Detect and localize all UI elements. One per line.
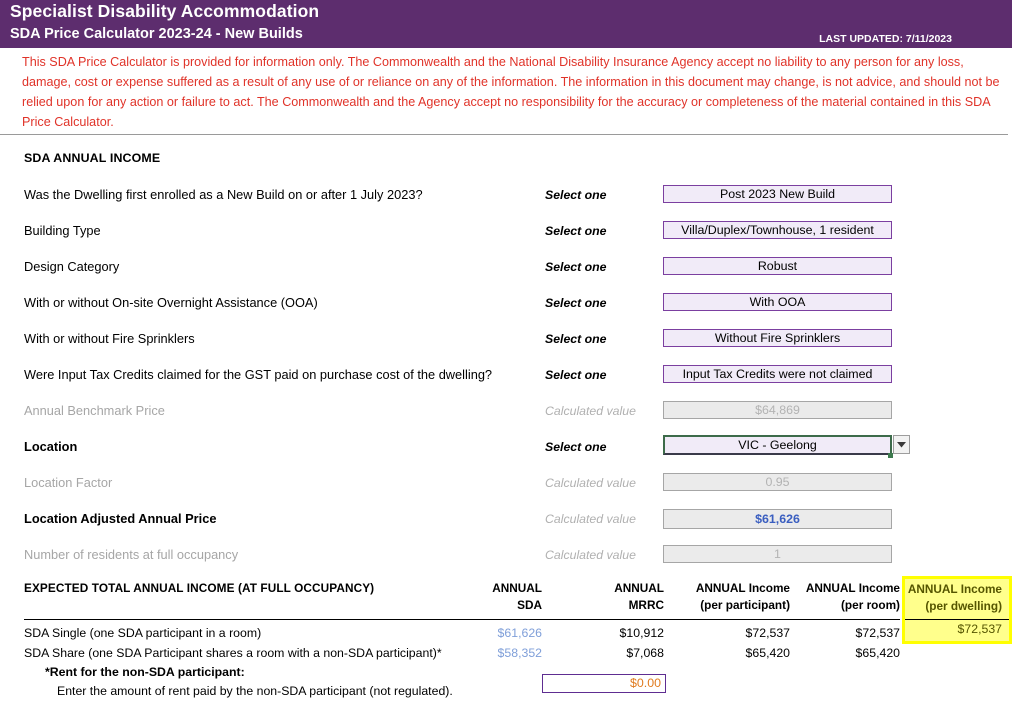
form-row-label: Was the Dwelling first enrolled as a New… — [24, 187, 423, 202]
cell-annual-mrrc: $10,912 — [619, 626, 664, 640]
page-title: Specialist Disability Accommodation — [10, 1, 320, 21]
cell-per-participant: $72,537 — [745, 626, 790, 640]
form-row-hint: Select one — [545, 368, 607, 382]
dropdown-design-category[interactable]: Robust — [663, 257, 892, 275]
form-row: Was the Dwelling first enrolled as a New… — [0, 185, 1012, 222]
table-row-label: SDA Single (one SDA participant in a roo… — [24, 626, 262, 640]
table-header-rule — [24, 619, 900, 620]
cell-per-room: $65,420 — [855, 646, 900, 660]
rent-description: Enter the amount of rent paid by the non… — [57, 684, 453, 698]
form-row-label: Location Adjusted Annual Price — [24, 511, 217, 526]
form-row-hint: Select one — [545, 332, 607, 346]
table-row-label: SDA Share (one SDA Participant shares a … — [24, 646, 442, 660]
table-title: EXPECTED TOTAL ANNUAL INCOME (AT FULL OC… — [24, 581, 375, 595]
form-row-label: Annual Benchmark Price — [24, 403, 165, 418]
form-row: With or without On-site Overnight Assist… — [0, 293, 1012, 330]
form-row-label: Number of residents at full occupancy — [24, 547, 239, 562]
highlight-per-dwelling-column: ANNUAL Income (per dwelling) $72,537 — [902, 576, 1012, 644]
cell-annual-sda: $61,626 — [497, 626, 542, 640]
form-row-label: With or without Fire Sprinklers — [24, 331, 195, 346]
table-column-header-annual-sda: ANNUAL SDA — [492, 581, 542, 612]
dropdown-fire-sprinklers[interactable]: Without Fire Sprinklers — [663, 329, 892, 347]
form-row-label: With or without On-site Overnight Assist… — [24, 295, 318, 310]
form-row-hint: Calculated value — [545, 512, 636, 526]
chevron-down-icon[interactable] — [893, 435, 910, 454]
form-row: Building Type Select one Villa/Duplex/To… — [0, 221, 1012, 258]
table-column-header-per-dwelling: ANNUAL Income (per dwelling) — [907, 582, 1002, 613]
highlight-header-rule — [905, 619, 1009, 620]
form-row: Were Input Tax Credits claimed for the G… — [0, 365, 1012, 402]
app-header-banner: Specialist Disability Accommodation SDA … — [0, 0, 1012, 48]
form-row-hint: Calculated value — [545, 548, 636, 562]
rent-heading: *Rent for the non-SDA participant: — [45, 665, 245, 679]
table-column-header-per-participant: ANNUAL Income (per participant) — [695, 581, 790, 612]
form-row-hint: Calculated value — [545, 476, 636, 490]
disclaimer-text: This SDA Price Calculator is provided fo… — [22, 55, 1000, 129]
dropdown-location[interactable]: VIC - Geelong — [663, 435, 892, 455]
dropdown-input-tax-credits[interactable]: Input Tax Credits were not claimed — [663, 365, 892, 383]
form-row-hint: Select one — [545, 440, 607, 454]
dropdown-building-type[interactable]: Villa/Duplex/Townhouse, 1 resident — [663, 221, 892, 239]
form-row-label: Location — [24, 439, 78, 454]
rent-amount-input[interactable]: $0.00 — [542, 674, 666, 693]
value-annual-benchmark-price: $64,869 — [663, 401, 892, 419]
form-row: With or without Fire Sprinklers Select o… — [0, 329, 1012, 366]
header-divider — [0, 134, 1008, 135]
form-row: Annual Benchmark Price Calculated value … — [0, 401, 1012, 438]
cell-per-dwelling: $72,537 — [957, 622, 1002, 636]
form-row-hint: Calculated value — [545, 404, 636, 418]
form-row-hint: Select one — [545, 224, 607, 238]
form-row: Location Adjusted Annual Price Calculate… — [0, 509, 1012, 546]
form-row: Location Select one VIC - Geelong — [0, 435, 1012, 474]
form-row-label: Design Category — [24, 259, 120, 274]
value-location-adjusted-annual-price: $61,626 — [663, 509, 892, 529]
form-row-hint: Select one — [545, 260, 607, 274]
form-row: Design Category Select one Robust — [0, 257, 1012, 294]
page-subtitle: SDA Price Calculator 2023-24 - New Build… — [10, 26, 303, 42]
form-row-hint: Select one — [545, 188, 607, 202]
last-updated-label: LAST UPDATED: 7/11/2023 — [819, 33, 952, 45]
form-row-label: Building Type — [24, 223, 101, 238]
value-number-of-residents: 1 — [663, 545, 892, 563]
cell-per-participant: $65,420 — [745, 646, 790, 660]
form-row: Number of residents at full occupancy Ca… — [0, 545, 1012, 582]
cell-annual-sda: $58,352 — [497, 646, 542, 660]
form-row: Location Factor Calculated value 0.95 — [0, 473, 1012, 510]
dropdown-new-build-enrolment[interactable]: Post 2023 New Build — [663, 185, 892, 203]
table-column-header-per-room: ANNUAL Income (per room) — [805, 581, 900, 612]
dropdown-onsite-overnight-assistance[interactable]: With OOA — [663, 293, 892, 311]
section-title-sda-annual-income: SDA ANNUAL INCOME — [24, 151, 161, 165]
table-column-header-annual-mrrc: ANNUAL MRRC — [614, 581, 664, 612]
form-row-label: Location Factor — [24, 475, 113, 490]
form-row-label: Were Input Tax Credits claimed for the G… — [24, 367, 493, 382]
cell-per-room: $72,537 — [855, 626, 900, 640]
cell-annual-mrrc: $7,068 — [626, 646, 664, 660]
form-row-hint: Select one — [545, 296, 607, 310]
value-location-factor: 0.95 — [663, 473, 892, 491]
